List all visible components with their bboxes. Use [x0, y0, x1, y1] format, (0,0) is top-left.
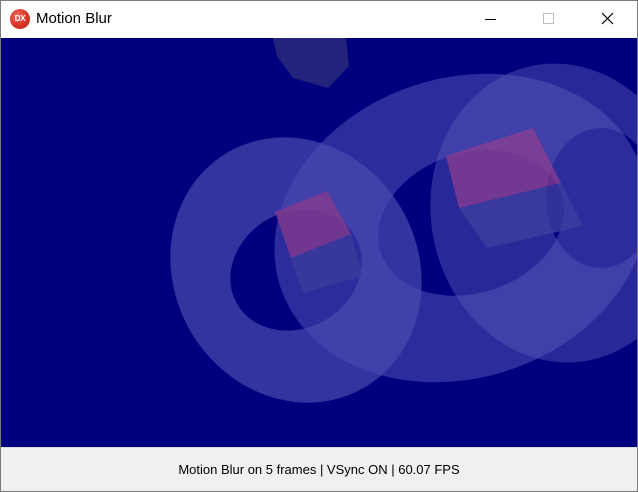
render-viewport[interactable] [1, 38, 637, 447]
app-window: DX Motion Blur Motion Blur on 5 frames |… [0, 0, 638, 492]
close-icon [601, 12, 614, 25]
minimize-button[interactable] [461, 1, 519, 38]
scene-canvas [1, 38, 637, 447]
status-bar: Motion Blur on 5 frames | VSync ON | 60.… [1, 447, 637, 491]
directx-app-icon[interactable]: DX [10, 9, 30, 29]
status-text: Motion Blur on 5 frames | VSync ON | 60.… [178, 462, 460, 477]
maximize-button[interactable] [519, 1, 577, 38]
minimize-icon [485, 19, 496, 20]
title-bar[interactable]: DX Motion Blur [1, 1, 637, 38]
maximize-icon [543, 13, 554, 24]
window-title: Motion Blur [36, 10, 112, 27]
close-button[interactable] [579, 1, 637, 38]
